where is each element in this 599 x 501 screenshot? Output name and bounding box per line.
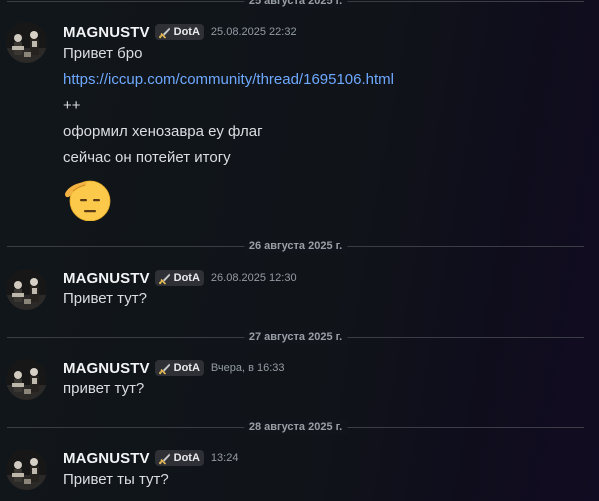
username[interactable]: MAGNUSTV	[63, 360, 150, 377]
date-divider: 27 августа 2025 г.	[7, 330, 584, 344]
avatar[interactable]	[6, 22, 47, 63]
server-tag-label: DotA	[173, 452, 200, 464]
sword-icon	[158, 363, 170, 375]
message-timestamp[interactable]: 25.08.2025 22:32	[211, 26, 297, 38]
avatar[interactable]	[6, 269, 47, 310]
date-divider-label: 28 августа 2025 г.	[243, 420, 348, 434]
message-timestamp[interactable]: 13:24	[211, 452, 239, 464]
avatar-image	[6, 449, 47, 490]
message-link[interactable]: https://iccup.com/community/thread/16951…	[63, 70, 394, 90]
sword-icon	[158, 273, 170, 285]
message-text: ++	[63, 97, 81, 114]
date-divider: 26 августа 2025 г.	[7, 239, 584, 253]
avatar-image	[6, 269, 47, 310]
message-timestamp[interactable]: Вчера, в 16:33	[211, 362, 285, 374]
message-header: MAGNUSTV DotA Вчера, в 16:33	[63, 359, 285, 377]
sword-icon	[158, 27, 170, 39]
date-divider: 28 августа 2025 г.	[7, 420, 584, 434]
server-tag-label: DotA	[173, 362, 200, 374]
server-tag[interactable]: DotA	[154, 270, 204, 286]
server-tag-label: DotA	[173, 26, 200, 38]
saluting-face-icon	[65, 180, 111, 222]
username[interactable]: MAGNUSTV	[63, 270, 150, 287]
chat-message-list: 25 августа 2025 г. MAGNUSTV DotA 25.08.2…	[0, 0, 599, 501]
server-tag-label: DotA	[173, 272, 200, 284]
server-tag[interactable]: DotA	[154, 360, 204, 376]
message-text: оформил хенозавра еу флаг	[63, 123, 263, 140]
message-header: MAGNUSTV DotA 26.08.2025 12:30	[63, 269, 297, 287]
message-text: Привет бро	[63, 45, 143, 62]
avatar[interactable]	[6, 449, 47, 490]
avatar[interactable]	[6, 359, 47, 400]
date-divider: 25 августа 2025 г.	[7, 0, 584, 8]
server-tag[interactable]: DotA	[154, 450, 204, 466]
saluting-face-emoji[interactable]	[63, 179, 111, 222]
avatar-image	[6, 359, 47, 400]
server-tag[interactable]: DotA	[154, 24, 204, 40]
username[interactable]: MAGNUSTV	[63, 24, 150, 41]
sword-icon	[158, 453, 170, 465]
date-divider-label: 25 августа 2025 г.	[243, 0, 348, 8]
message-text: сейчас он потейет итогу	[63, 149, 231, 166]
message-text: привет тут?	[63, 380, 145, 397]
username[interactable]: MAGNUSTV	[63, 450, 150, 467]
date-divider-label: 26 августа 2025 г.	[243, 239, 348, 253]
message-timestamp[interactable]: 26.08.2025 12:30	[211, 272, 297, 284]
message-text: Привет ты тут?	[63, 471, 169, 488]
date-divider-label: 27 августа 2025 г.	[243, 330, 348, 344]
message-text: Привет тут?	[63, 290, 147, 307]
message-header: MAGNUSTV DotA 25.08.2025 22:32	[63, 23, 297, 41]
avatar-image	[6, 22, 47, 63]
message-header: MAGNUSTV DotA 13:24	[63, 449, 238, 467]
